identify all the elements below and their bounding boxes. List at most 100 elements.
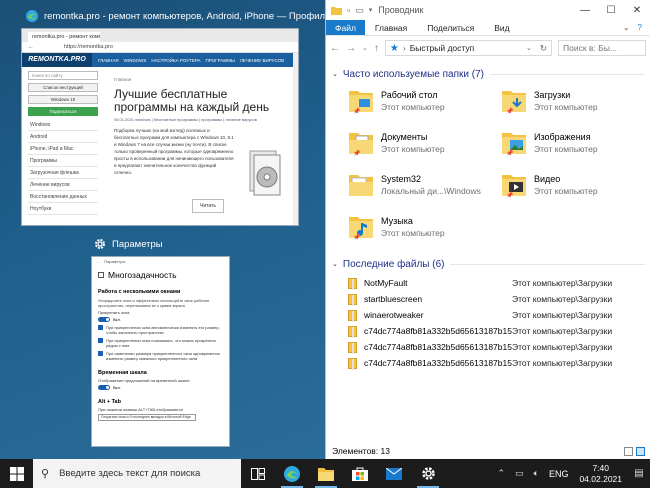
folder-tile[interactable]: Загрузки Этот компьютер 📌	[479, 82, 624, 120]
minimize-button[interactable]: —	[572, 5, 598, 16]
frequent-folders-header[interactable]: ⌄ Часто используемые папки (7)	[326, 64, 650, 84]
recent-locations-button[interactable]: ⌄	[362, 44, 368, 52]
folder-tile[interactable]: Видео Этот компьютер 📌	[479, 166, 624, 204]
list-item[interactable]: c74dc774a8fb81a332b5d65613187b15-... Этот…	[326, 355, 650, 371]
volume-icon[interactable]: 🔈︎	[534, 468, 539, 479]
taskbar-search-box[interactable]: ⚲ Введите здесь текст для поиска	[33, 459, 241, 488]
taskbar-edge[interactable]	[275, 459, 309, 488]
network-icon[interactable]: ▭	[515, 468, 524, 479]
language-indicator[interactable]: ENG	[549, 469, 569, 479]
zip-file-icon	[348, 293, 357, 306]
start-button[interactable]	[0, 459, 33, 488]
folder-tile[interactable]: Изображения Этот компьютер 📌	[479, 124, 624, 162]
edge-window-title[interactable]: remontka.pro - ремонт компьютеров, Andro…	[26, 10, 338, 22]
list-item[interactable]: c74dc774a8fb81a332b5d65613187b15-... Этот…	[326, 323, 650, 339]
list-item[interactable]: c74dc774a8fb81a332b5d65613187b15-... Этот…	[326, 339, 650, 355]
help-icon[interactable]: ?	[638, 23, 642, 32]
windows-button: Windows 10	[28, 95, 98, 104]
option-row: При прикреплении окна автоматически изме…	[92, 322, 229, 335]
refresh-icon[interactable]: ↻	[540, 43, 547, 54]
new-folder-icon[interactable]: ▭	[355, 5, 364, 16]
close-button[interactable]: ✕	[624, 5, 650, 16]
documents-folder-icon	[349, 133, 373, 154]
notification-icon[interactable]: ▤	[628, 468, 650, 479]
search-icon: ⚲	[41, 468, 50, 480]
article-title: Лучшие бесплатные программы на каждый де…	[114, 87, 270, 114]
search-placeholder: Поиск в: Бы...	[563, 43, 617, 53]
list-item[interactable]: NotMyFault Этот компьютер\Загрузки	[326, 275, 650, 291]
toggle-switch	[98, 317, 110, 322]
pin-icon: 📌	[353, 109, 361, 115]
browser-url: https://remontka.pro	[64, 44, 113, 50]
videos-folder-icon	[502, 175, 526, 196]
pin-icon: 📌	[506, 193, 514, 199]
tab-home[interactable]: Главная	[365, 20, 417, 35]
zip-file-icon	[348, 341, 357, 354]
software-box-icon	[249, 150, 281, 196]
taskbar-settings[interactable]	[411, 459, 445, 488]
tab-share[interactable]: Поделиться	[417, 20, 484, 35]
forward-button[interactable]: →	[346, 43, 356, 54]
browser-tab: remontka.pro - ремонт компьютеров	[28, 32, 100, 42]
sidebar-item: Android	[28, 131, 98, 143]
details-view-button[interactable]	[624, 446, 633, 456]
folder-tile[interactable]: System32 Локальный ди...\Windows	[326, 166, 481, 204]
alt-tab-dropdown: Открытые окна и 5 последних вкладок в Mi…	[98, 414, 196, 421]
tab-view[interactable]: Вид	[484, 20, 519, 35]
zip-file-icon	[348, 277, 357, 290]
taskbar-mail[interactable]	[377, 459, 411, 488]
article-text: Подборка лучших (на мой взгляд) полезных…	[114, 128, 234, 175]
clock[interactable]: 7:40 04.02.2021	[579, 463, 622, 485]
mail-icon	[386, 467, 402, 480]
taskbar-explorer[interactable]	[309, 459, 343, 488]
settings-page-title: Многозадачность	[92, 266, 229, 280]
site-nav-item: ЛЕЧЕНИЕ ВИРУСОВ	[239, 57, 285, 63]
expand-ribbon-icon[interactable]: ⌄	[623, 23, 630, 32]
search-input[interactable]: Поиск в: Бы...	[558, 40, 646, 56]
timeline-toggle: Вкл.	[92, 383, 229, 390]
recent-files-header[interactable]: ⌄ Последние файлы (6)	[326, 254, 650, 274]
address-row: ← → ⌄ ↑ ★ › Быстрый доступ ⌄ ↻ Поиск в: …	[326, 36, 650, 60]
settings-window-thumbnail[interactable]: ← Параметры Многозадачность Работа с нес…	[91, 256, 230, 447]
chevron-down-icon: ⌄	[332, 261, 338, 268]
maximize-button[interactable]: ☐	[598, 5, 624, 16]
list-item[interactable]: startbluescreen Этот компьютер\Загрузки	[326, 291, 650, 307]
system-tray: ⌃ ▭ 🔈︎ ENG 7:40 04.02.2021 ▤	[492, 459, 650, 488]
folder-tile[interactable]: Музыка Этот компьютер 📌	[326, 208, 471, 246]
browser-address-bar: ← https://remontka.pro	[22, 42, 298, 53]
section-heading: Работа с несколькими окнами	[98, 289, 181, 295]
zip-file-icon	[348, 309, 357, 322]
back-button[interactable]: ←	[330, 43, 340, 54]
site-nav: ГЛАВНАЯ WINDOWS НАСТРОЙКА РОУТЕРА ПРОГРА…	[92, 58, 284, 63]
pictures-folder-icon	[502, 133, 526, 154]
address-bar[interactable]: ★ › Быстрый доступ ⌄ ↻	[384, 40, 552, 56]
edge-icon	[26, 10, 38, 22]
instructions-button: Список инструкций	[28, 83, 98, 92]
pin-icon: 📌	[506, 109, 514, 115]
music-folder-icon	[349, 217, 373, 238]
taskbar-store[interactable]	[343, 459, 377, 488]
explorer-title-bar[interactable]: ▫ ▭ ▾ Проводник — ☐ ✕	[326, 0, 650, 20]
edge-window-thumbnail[interactable]: remontka.pro - ремонт компьютеров ← http…	[21, 28, 299, 226]
chevron-down-icon[interactable]: ▾	[369, 6, 373, 14]
properties-icon[interactable]: ▫	[347, 5, 350, 15]
task-view-button[interactable]	[241, 459, 275, 488]
sidebar-item: Ноутбуки	[28, 203, 98, 215]
folder-tile[interactable]: Рабочий стол Этот компьютер 📌	[326, 82, 471, 120]
tab-file[interactable]: Файл	[326, 20, 365, 35]
tiles-view-button[interactable]	[636, 446, 645, 456]
subscribe-button: Подписаться	[28, 107, 98, 116]
up-button[interactable]: ↑	[374, 43, 379, 54]
snap-toggle: Вкл.	[92, 315, 229, 322]
site-logo: REMONTKA.PRO	[22, 53, 92, 67]
chevron-down-icon: ⌄	[332, 71, 338, 78]
folder-tile[interactable]: Документы Этот компьютер 📌	[326, 124, 471, 162]
address-path: Быстрый доступ	[409, 43, 475, 53]
site-header: REMONTKA.PRO ГЛАВНАЯ WINDOWS НАСТРОЙКА Р…	[22, 53, 298, 67]
site-search-input: поиск по сайту	[28, 71, 98, 80]
chevron-down-icon[interactable]: ⌄	[526, 44, 532, 52]
settings-window-title[interactable]: Параметры	[94, 238, 163, 250]
chevron-up-icon[interactable]: ⌃	[497, 468, 505, 479]
list-item[interactable]: winaerotweaker Этот компьютер\Загрузки	[326, 307, 650, 323]
folder-icon	[349, 175, 373, 196]
